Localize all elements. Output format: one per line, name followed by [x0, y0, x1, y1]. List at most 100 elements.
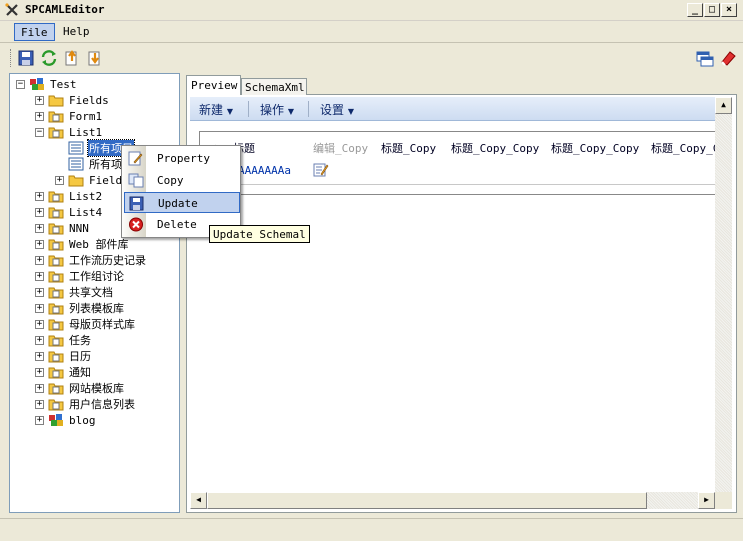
actions-menu[interactable]: 操作 ▼	[260, 101, 294, 118]
row-title-cell[interactable]: AAAAAAAa	[238, 164, 291, 177]
tree-node-user-info[interactable]: + 用户信息列表	[35, 396, 136, 412]
view-icon	[68, 141, 84, 155]
expand-icon[interactable]: +	[35, 191, 44, 201]
list-folder-icon	[48, 287, 64, 299]
expand-icon[interactable]: +	[35, 239, 44, 249]
collapse-icon[interactable]: −	[16, 79, 25, 89]
tooltip: Update Schemal	[209, 225, 310, 243]
context-menu-copy[interactable]: Copy	[124, 170, 240, 191]
context-menu-update[interactable]: Update	[124, 192, 240, 213]
context-menu-label: Update	[158, 197, 198, 210]
delete-icon	[129, 217, 143, 232]
horizontal-scrollbar[interactable]: ◀ ▶	[190, 492, 715, 509]
tree-node-master-pages[interactable]: + 母版页样式库	[35, 316, 136, 332]
context-menu-property[interactable]: Property	[124, 148, 240, 169]
column-header-title-copy-copy[interactable]: 标题_Copy_Copy	[451, 140, 539, 156]
tree-node-form1[interactable]: + Form1	[35, 108, 103, 124]
expand-icon[interactable]: +	[35, 223, 44, 233]
menu-file[interactable]: File	[14, 23, 55, 41]
list-folder-icon	[48, 399, 64, 411]
window-icon[interactable]	[696, 49, 714, 67]
tree-node-label: 所有项	[89, 158, 122, 171]
tree-node-list4[interactable]: + List4	[35, 204, 103, 220]
eraser-icon[interactable]	[719, 49, 737, 67]
tree-node-list-templates[interactable]: + 列表模板库	[35, 300, 125, 316]
settings-menu[interactable]: 设置 ▼	[320, 101, 354, 118]
tree-node-label: List1	[69, 125, 103, 139]
tree-node-label: Form1	[69, 109, 103, 123]
tab-preview[interactable]: Preview	[186, 75, 241, 95]
collapse-icon[interactable]: −	[35, 127, 44, 137]
horizontal-scroll-thumb[interactable]	[207, 492, 647, 509]
tab-schemaxml[interactable]: SchemaXml	[241, 78, 307, 95]
folder-icon	[48, 95, 64, 107]
tree-node-blog[interactable]: + blog	[35, 412, 97, 428]
column-header-title-copy-c[interactable]: 标题_Copy_C	[651, 140, 715, 156]
list-folder-icon	[48, 239, 64, 251]
expand-icon[interactable]: +	[35, 255, 44, 265]
expand-icon[interactable]: +	[35, 319, 44, 329]
expand-icon[interactable]: +	[35, 415, 44, 425]
expand-icon[interactable]: +	[55, 175, 64, 185]
edit-icon[interactable]	[313, 162, 329, 177]
tree-node-label: List4	[69, 205, 103, 219]
refresh-icon[interactable]	[40, 49, 58, 67]
row-divider	[200, 184, 715, 185]
expand-icon[interactable]: +	[35, 95, 44, 105]
close-button[interactable]: ×	[721, 3, 737, 17]
column-header-edit[interactable]: 编辑_Copy	[313, 140, 368, 156]
title-bar: SPCAMLEditor _ □ ×	[0, 0, 743, 21]
vertical-scrollbar[interactable]: ▲	[715, 97, 732, 492]
list-folder-icon	[48, 367, 64, 379]
tree-node-announcements[interactable]: + 通知	[35, 364, 92, 380]
scroll-up-button[interactable]: ▲	[715, 97, 732, 114]
tree-node-fields[interactable]: + Fields	[35, 92, 110, 108]
property-icon	[128, 151, 143, 166]
scroll-right-button[interactable]: ▶	[698, 492, 715, 509]
tree-node-view-all[interactable]: 所有项	[68, 156, 123, 172]
list-folder-icon	[48, 111, 64, 123]
expand-icon[interactable]: +	[35, 399, 44, 409]
tree-node-list1[interactable]: − List1	[35, 124, 103, 140]
toolbar-grip	[10, 49, 13, 67]
expand-icon[interactable]: +	[35, 271, 44, 281]
expand-icon[interactable]: +	[35, 111, 44, 121]
tree-node-calendar[interactable]: + 日历	[35, 348, 92, 364]
tree-node-nnn[interactable]: + NNN	[35, 220, 90, 236]
tree-node-team-discussion[interactable]: + 工作组讨论	[35, 268, 125, 284]
tree-node-shared-docs[interactable]: + 共享文档	[35, 284, 114, 300]
dropdown-arrow-icon: ▼	[287, 107, 294, 116]
export-icon[interactable]	[63, 49, 81, 67]
minimize-button[interactable]: _	[687, 3, 703, 17]
expand-icon[interactable]: +	[35, 335, 44, 345]
list-folder-icon	[48, 303, 64, 315]
expand-icon[interactable]: +	[35, 303, 44, 313]
save-icon[interactable]	[17, 49, 35, 67]
import-icon[interactable]	[86, 49, 104, 67]
new-menu[interactable]: 新建 ▼	[199, 101, 233, 118]
tree-node-workflow-history[interactable]: + 工作流历史记录	[35, 252, 147, 268]
column-header-title-copy[interactable]: 标题_Copy	[381, 140, 436, 156]
menu-help[interactable]: Help	[57, 23, 96, 41]
preview-toolbar: 新建 ▼ 操作 ▼ 设置 ▼	[190, 97, 715, 121]
maximize-button[interactable]: □	[704, 3, 720, 17]
scroll-left-button[interactable]: ◀	[190, 492, 207, 509]
expand-icon[interactable]: +	[35, 351, 44, 361]
tree-node-list2[interactable]: + List2	[35, 188, 103, 204]
tree-node-list1-fields[interactable]: + Fields	[55, 172, 130, 188]
expand-icon[interactable]: +	[35, 383, 44, 393]
tree-node-site-templates[interactable]: + 网站模板库	[35, 380, 125, 396]
tree-node-root[interactable]: − Test	[16, 76, 78, 92]
expand-icon[interactable]: +	[35, 367, 44, 377]
update-icon	[129, 196, 144, 211]
toolbar	[0, 44, 743, 72]
tree-node-label: 工作流历史记录	[69, 254, 146, 267]
tree-node-label: 共享文档	[69, 286, 113, 299]
column-header-title-copy-copy-2[interactable]: 标题_Copy_Copy	[551, 140, 639, 156]
context-menu-label: Delete	[157, 218, 197, 231]
expand-icon[interactable]: +	[35, 287, 44, 297]
expand-icon[interactable]: +	[35, 207, 44, 217]
tree-node-tasks[interactable]: + 任务	[35, 332, 92, 348]
tree-node-web-parts[interactable]: + Web 部件库	[35, 236, 130, 252]
list-folder-icon	[48, 127, 64, 139]
